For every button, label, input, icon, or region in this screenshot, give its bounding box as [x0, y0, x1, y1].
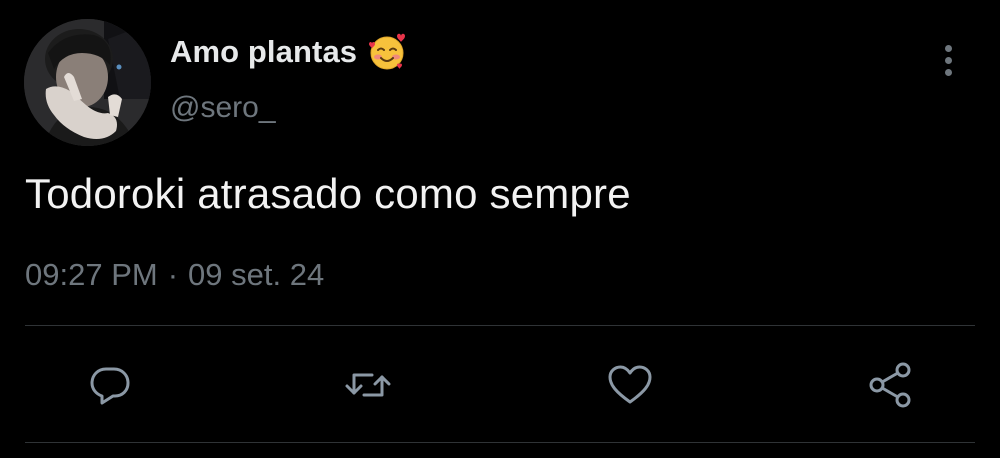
avatar[interactable]: [24, 19, 151, 146]
divider: [25, 325, 975, 326]
heart-icon: [608, 365, 652, 404]
tweet-meta: 09:27 PM · 09 set. 24: [25, 257, 324, 293]
more-options-button[interactable]: [930, 40, 966, 80]
retweet-icon: [345, 373, 391, 397]
meta-separator: ·: [167, 257, 179, 292]
divider: [25, 442, 975, 443]
tweet-time[interactable]: 09:27 PM: [25, 257, 158, 293]
more-vertical-icon: [944, 44, 952, 52]
reply-icon: [90, 367, 130, 405]
more-vertical-icon-dot: [944, 68, 952, 76]
avatar-image: [24, 19, 151, 146]
author-handle[interactable]: @sero_: [170, 91, 276, 125]
author-name-row[interactable]: Amo plantas: [170, 32, 407, 72]
smiling-face-with-hearts-icon: [367, 32, 407, 72]
tweet-date[interactable]: 09 set. 24: [188, 257, 324, 293]
retweet-button[interactable]: [343, 360, 393, 410]
author-display-name[interactable]: Amo plantas: [170, 34, 357, 70]
tweet-text: Todoroki atrasado como sempre: [25, 170, 631, 217]
share-button[interactable]: [865, 360, 915, 410]
like-button[interactable]: [605, 360, 655, 410]
more-vertical-icon-dot: [944, 56, 952, 64]
share-icon: [869, 362, 911, 408]
reply-button[interactable]: [85, 360, 135, 410]
